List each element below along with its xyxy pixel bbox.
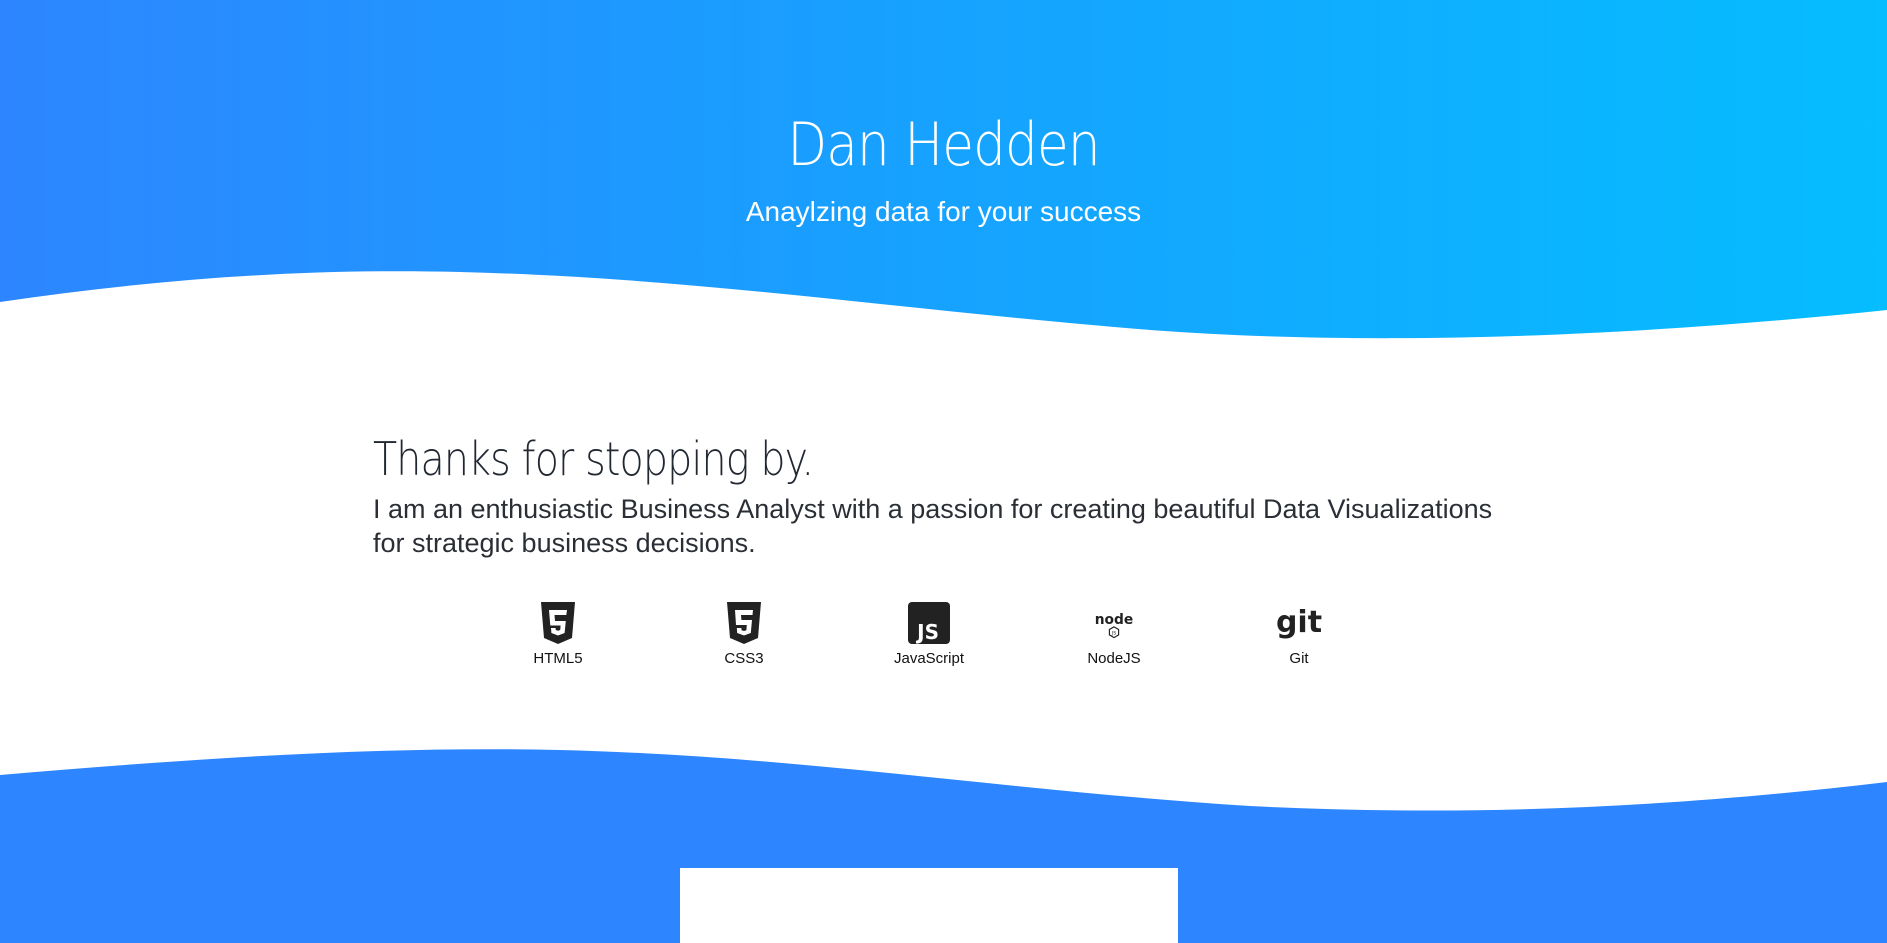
html5-icon <box>541 602 575 644</box>
about-section: Thanks for stopping by. I am an enthusia… <box>373 432 1513 560</box>
skill-html5: HTML5 <box>493 600 623 667</box>
hero-header: Dan Hedden Anaylzing data for your succe… <box>0 0 1887 345</box>
nodejs-icon: node JS <box>1095 612 1134 639</box>
svg-text:node: node <box>1095 612 1134 628</box>
page: Dan Hedden Anaylzing data for your succe… <box>0 0 1887 943</box>
skill-label: Git <box>1289 650 1309 667</box>
javascript-icon: JS <box>908 602 950 644</box>
skill-label: JavaScript <box>893 650 965 667</box>
about-heading: Thanks for stopping by. <box>373 432 814 486</box>
git-icon: git <box>1276 605 1322 640</box>
svg-text:git: git <box>1276 605 1322 640</box>
skill-javascript: JS JavaScript <box>864 600 994 667</box>
skill-git: git Git <box>1234 600 1364 667</box>
css3-icon <box>727 602 761 644</box>
skill-label: HTML5 <box>533 650 583 667</box>
skill-label: CSS3 <box>724 650 764 667</box>
skill-label: NodeJS <box>1087 650 1141 667</box>
svg-text:JS: JS <box>915 620 939 644</box>
hero-tagline: Anaylzing data for your success <box>745 196 1142 227</box>
skill-css3: CSS3 <box>679 600 809 667</box>
skills-row: HTML5 CSS3 JS JavaScript node JS NodeJS <box>0 600 1887 680</box>
skill-nodejs: node JS NodeJS <box>1049 600 1179 667</box>
about-text: I am an enthusiastic Business Analyst wi… <box>373 494 1493 558</box>
content-card <box>680 868 1178 943</box>
svg-text:JS: JS <box>1111 631 1116 637</box>
hero-title: Dan Hedden <box>787 110 1100 180</box>
